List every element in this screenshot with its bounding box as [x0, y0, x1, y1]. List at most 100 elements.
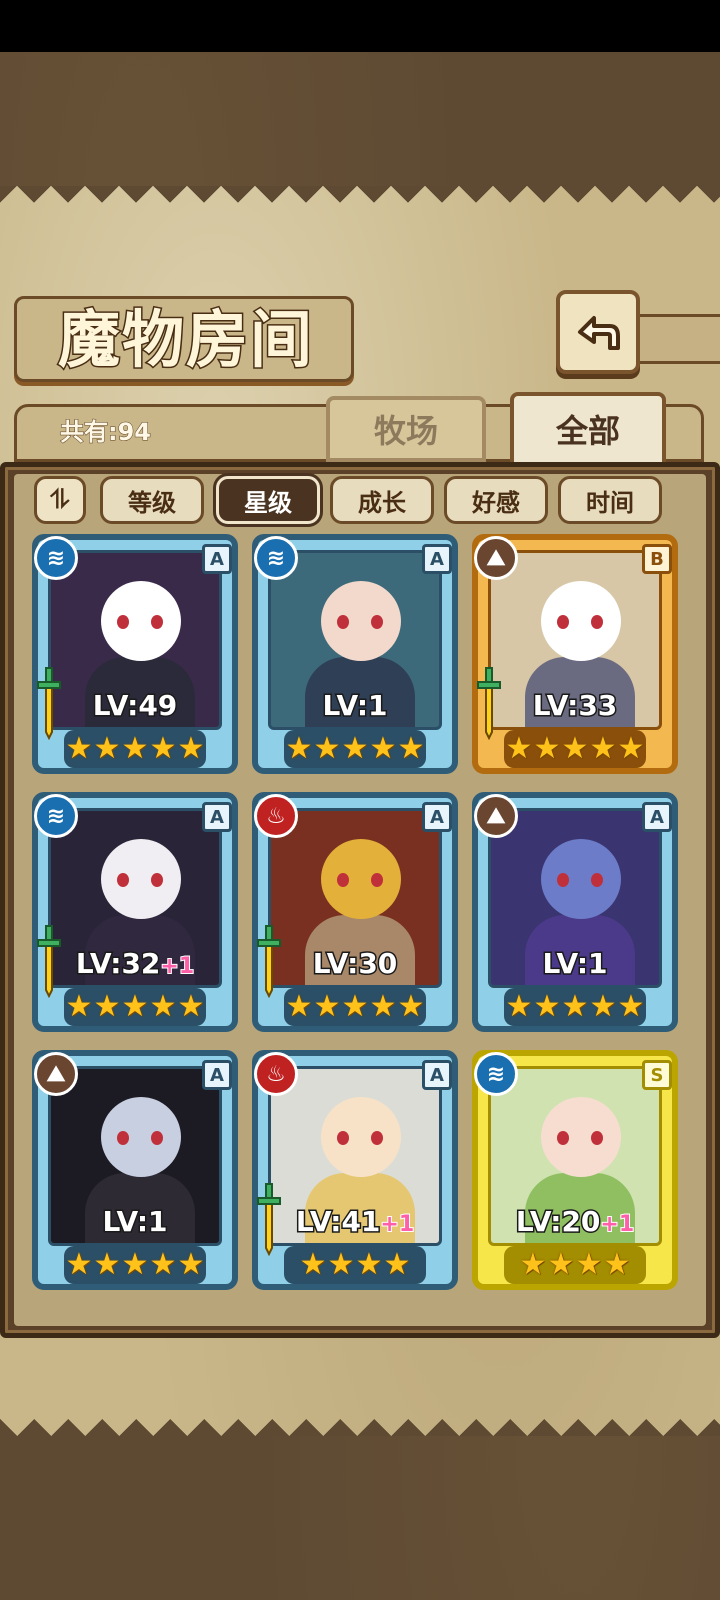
sort-order-toggle[interactable]: ⥮: [34, 476, 86, 524]
monster-card[interactable]: ♨ A LV:41+1 ★ ★ ★ ★: [252, 1050, 458, 1290]
monster-card[interactable]: ≋ S LV:20+1 ★ ★ ★ ★: [472, 1050, 678, 1290]
page-title: 魔物房间: [56, 302, 314, 378]
rank-badge: A: [422, 802, 452, 832]
portrait-head: [541, 1097, 621, 1177]
rank-badge: A: [202, 544, 232, 574]
star-rating: ★ ★ ★ ★ ★: [284, 988, 426, 1026]
total-count: 共有:94: [60, 418, 152, 447]
sort-time-button[interactable]: 时间: [558, 476, 662, 524]
fire-element-icon: ♨: [254, 1052, 298, 1096]
star-rating: ★ ★ ★ ★: [284, 1246, 426, 1284]
water-element-icon: ≋: [34, 794, 78, 838]
tab-all[interactable]: 全部: [510, 392, 666, 466]
portrait-eye: [557, 615, 569, 629]
torn-edge-top: [0, 186, 720, 220]
portrait-eye: [117, 1131, 129, 1145]
portrait-eye: [557, 873, 569, 887]
sort-growth-button[interactable]: 成长: [330, 476, 434, 524]
monster-card[interactable]: ⛰ A LV:1 ★ ★ ★ ★ ★: [32, 1050, 238, 1290]
level-value: LV:1: [101, 1204, 169, 1240]
star-icon: ★: [285, 731, 313, 766]
portrait-eye: [117, 873, 129, 887]
rank-badge: A: [202, 802, 232, 832]
water-element-icon: ≋: [474, 1052, 518, 1096]
sort-star-button[interactable]: 星级: [216, 476, 320, 524]
level-label: LV:32+1: [32, 944, 238, 984]
portrait-head: [541, 839, 621, 919]
monster-card[interactable]: ≋ A LV:1 ★ ★ ★ ★ ★: [252, 534, 458, 774]
portrait-head: [101, 1097, 181, 1177]
monster-card[interactable]: ⛰ A LV:1 ★ ★ ★ ★ ★: [472, 792, 678, 1032]
earth-element-icon: ⛰: [474, 536, 518, 580]
level-bonus: +1: [599, 1211, 635, 1238]
fire-element-icon: ♨: [254, 794, 298, 838]
rank-badge: A: [422, 544, 452, 574]
star-icon: ★: [285, 989, 313, 1024]
level-value: LV:41: [294, 1204, 382, 1240]
portrait-eye: [371, 615, 383, 629]
star-icon: ★: [177, 989, 205, 1024]
star-icon: ★: [397, 989, 425, 1024]
water-element-icon: ≋: [34, 536, 78, 580]
portrait-head: [541, 581, 621, 661]
sort-affinity-button[interactable]: 好感: [444, 476, 548, 524]
level-label: LV:1: [32, 1202, 238, 1242]
star-icon: ★: [121, 731, 149, 766]
level-value: LV:1: [321, 688, 389, 724]
star-icon: ★: [177, 1247, 205, 1282]
monster-card[interactable]: ⛰ B LV:33 ★ ★ ★ ★ ★: [472, 534, 678, 774]
star-icon: ★: [313, 989, 341, 1024]
portrait-eye: [591, 1131, 603, 1145]
monster-card[interactable]: ≋ A LV:49 ★ ★ ★ ★ ★: [32, 534, 238, 774]
star-icon: ★: [355, 1247, 383, 1282]
star-icon: ★: [93, 1247, 121, 1282]
star-icon: ★: [519, 1247, 547, 1282]
star-icon: ★: [177, 731, 205, 766]
level-label: LV:33: [472, 686, 678, 726]
star-icon: ★: [65, 989, 93, 1024]
portrait-head: [101, 839, 181, 919]
star-rating: ★ ★ ★ ★ ★: [504, 730, 646, 768]
star-icon: ★: [65, 1247, 93, 1282]
level-label: LV:20+1: [472, 1202, 678, 1242]
star-rating: ★ ★ ★ ★ ★: [284, 730, 426, 768]
level-bonus: +1: [379, 1211, 415, 1238]
portrait-eye: [591, 873, 603, 887]
portrait-eye: [117, 615, 129, 629]
level-value: LV:20: [514, 1204, 602, 1240]
monster-card[interactable]: ♨ A LV:30 ★ ★ ★ ★ ★: [252, 792, 458, 1032]
star-icon: ★: [533, 989, 561, 1024]
star-icon: ★: [589, 731, 617, 766]
status-bar: [0, 0, 720, 52]
back-button[interactable]: [556, 290, 640, 374]
earth-element-icon: ⛰: [474, 794, 518, 838]
star-icon: ★: [93, 731, 121, 766]
level-label: LV:1: [252, 686, 458, 726]
star-icon: ★: [93, 989, 121, 1024]
star-icon: ★: [121, 1247, 149, 1282]
portrait-eye: [337, 615, 349, 629]
portrait-eye: [151, 873, 163, 887]
star-icon: ★: [369, 731, 397, 766]
star-icon: ★: [561, 989, 589, 1024]
portrait-eye: [557, 1131, 569, 1145]
star-icon: ★: [341, 989, 369, 1024]
star-rating: ★ ★ ★ ★ ★: [64, 730, 206, 768]
star-icon: ★: [383, 1247, 411, 1282]
water-element-icon: ≋: [254, 536, 298, 580]
portrait-head: [321, 1097, 401, 1177]
tab-ranch[interactable]: 牧场: [326, 396, 486, 462]
monster-card[interactable]: ≋ A LV:32+1 ★ ★ ★ ★ ★: [32, 792, 238, 1032]
rank-badge: A: [422, 1060, 452, 1090]
level-label: LV:49: [32, 686, 238, 726]
level-value: LV:49: [91, 688, 179, 724]
star-icon: ★: [121, 989, 149, 1024]
star-icon: ★: [505, 989, 533, 1024]
star-icon: ★: [505, 731, 533, 766]
level-value: LV:33: [531, 688, 619, 724]
portrait-head: [321, 581, 401, 661]
portrait-eye: [337, 1131, 349, 1145]
star-icon: ★: [65, 731, 93, 766]
sort-level-button[interactable]: 等级: [100, 476, 204, 524]
star-rating: ★ ★ ★ ★ ★: [64, 988, 206, 1026]
